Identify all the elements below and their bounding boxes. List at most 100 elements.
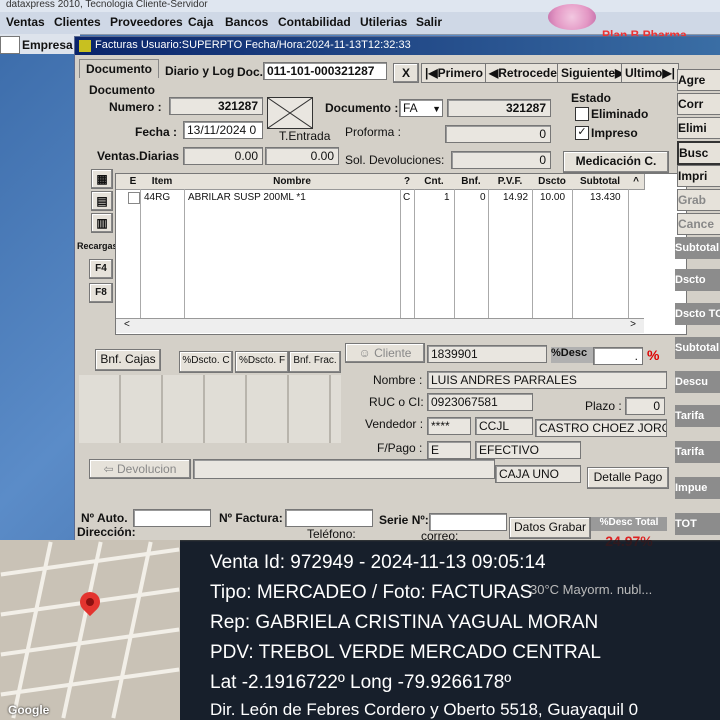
- horizontal-scrollbar[interactable]: < >: [116, 318, 644, 333]
- eliminar-button[interactable]: Elimi: [677, 117, 720, 139]
- tab-diario-log[interactable]: Diario y Log: [159, 62, 240, 80]
- menu-proveedores[interactable]: Proveedores: [110, 15, 183, 29]
- devolucion-button[interactable]: ⇦ Devolucion: [89, 459, 191, 479]
- prev-icon: ◀: [489, 66, 499, 80]
- stamp-latlong: Lat -2.1916722º Long -79.9266178º: [210, 672, 512, 693]
- devolucion-field: [193, 459, 495, 479]
- cell-item: 44RG: [144, 192, 171, 203]
- detalle-pago-button[interactable]: Detalle Pago: [587, 467, 669, 489]
- stamp-tipo: Tipo: MERCADEO / Foto: FACTURAS: [210, 582, 533, 603]
- medicacion-button[interactable]: Medicación C.: [563, 151, 669, 173]
- impreso-checkbox[interactable]: ✓: [575, 126, 589, 140]
- window-title: Facturas Usuario:SUPERPTO Fecha/Hora:202…: [95, 39, 411, 51]
- facturas-window: Facturas Usuario:SUPERPTO Fecha/Hora:202…: [74, 36, 720, 549]
- stamp-rep: Rep: GABRIELA CRISTINA YAGUAL MORAN: [210, 612, 599, 633]
- menu-contabilidad[interactable]: Contabilidad: [278, 15, 351, 29]
- eliminado-label: Eliminado: [591, 107, 649, 121]
- scroll-up-icon[interactable]: ^: [628, 174, 645, 190]
- map-pin-dot: [86, 598, 94, 606]
- fpago-value-field: EFECTIVO: [475, 441, 581, 459]
- fpago-label: F/Pago :: [377, 441, 423, 455]
- vendedor-name-field: CASTRO CHOEZ JORG: [535, 419, 667, 437]
- proforma-field: 0: [445, 125, 551, 143]
- row-check[interactable]: [128, 192, 140, 204]
- last-icon: ▶|: [662, 66, 675, 80]
- imprimir-button[interactable]: Impri: [677, 165, 720, 187]
- f8-button[interactable]: F8: [89, 283, 113, 303]
- tab-documento[interactable]: Documento: [79, 59, 159, 78]
- cell-bnf: 0: [480, 192, 486, 203]
- buscar-button[interactable]: Busc: [677, 141, 720, 165]
- col-header-nombre: Nombre: [184, 174, 401, 190]
- no-factura-field[interactable]: [285, 509, 373, 527]
- dscto-f-button[interactable]: %Dscto. F: [235, 351, 289, 373]
- doc-label: Doc.: [237, 65, 264, 79]
- scroll-right-icon[interactable]: >: [630, 319, 636, 330]
- nav-last-button[interactable]: Ultimo▶|: [621, 63, 679, 83]
- cancelar-button[interactable]: Cance: [677, 213, 720, 235]
- recargas-label: Recargas: [77, 241, 118, 251]
- nav-first-button[interactable]: |◀Primero: [421, 63, 487, 83]
- plazo-field: 0: [625, 397, 665, 415]
- menu-ventas[interactable]: Ventas: [6, 15, 45, 29]
- empresa-field[interactable]: [0, 36, 20, 54]
- menu-bancos[interactable]: Bancos: [225, 15, 268, 29]
- nombre-field: LUIS ANDRES PARRALES: [427, 371, 667, 389]
- cliente-button[interactable]: ☺ Cliente: [345, 343, 425, 363]
- caja-field: CAJA UNO: [495, 465, 581, 483]
- menu-salir[interactable]: Salir: [416, 15, 442, 29]
- dscto-label: Dscto: [675, 269, 720, 291]
- scroll-left-icon[interactable]: <: [124, 319, 130, 330]
- desc-label: %Desc: [551, 347, 593, 363]
- items-table[interactable]: E Item Nombre ? Cnt. Bnf. P.V.F. Dscto S…: [115, 173, 687, 335]
- doc-number-field[interactable]: 011-101-000321287: [263, 62, 387, 80]
- col-header-bnf: Bnf.: [454, 174, 489, 190]
- menu-clientes[interactable]: Clientes: [54, 15, 101, 29]
- menu-caja[interactable]: Caja: [188, 15, 213, 29]
- desc-field[interactable]: .: [593, 347, 643, 365]
- brand-logo-icon: [548, 4, 596, 30]
- tool-icon-3[interactable]: ▥: [91, 213, 113, 233]
- nav-next-button[interactable]: Siguiente▶: [557, 63, 629, 83]
- tool-icon-1[interactable]: ▦: [91, 169, 113, 189]
- agregar-button[interactable]: Agre: [677, 69, 720, 91]
- numero-field[interactable]: 321287: [169, 97, 263, 115]
- col-header-cnt: Cnt.: [414, 174, 455, 190]
- fecha-field[interactable]: 13/11/2024 0: [183, 121, 263, 139]
- no-auto-field[interactable]: [133, 509, 211, 527]
- datos-grabar-button[interactable]: Datos Grabar: [509, 517, 591, 539]
- t-entrada-icon[interactable]: [267, 97, 313, 129]
- nav-prev-button[interactable]: ◀Retrocede: [485, 63, 561, 83]
- menu-utilerias[interactable]: Utilerias: [360, 15, 407, 29]
- f4-button[interactable]: F4: [89, 259, 113, 279]
- cell-q: C: [403, 192, 411, 203]
- nav-last-label: Ultimo: [625, 66, 663, 80]
- nombre-label: Nombre :: [373, 373, 423, 387]
- documento-type-value: FA: [403, 101, 418, 115]
- col-header-e: E: [126, 174, 141, 190]
- empty-button-grid: [79, 375, 341, 443]
- fpago-code-field[interactable]: E: [427, 441, 471, 459]
- eliminado-checkbox[interactable]: [575, 107, 589, 121]
- tarifa2-label: Tarifa: [675, 441, 720, 463]
- app-titlebar: dataxpress 2010, Tecnologia Cliente-Serv…: [0, 0, 720, 12]
- documento-type-select[interactable]: FA ▼: [399, 99, 443, 117]
- telefono-label: Teléfono:: [307, 527, 356, 541]
- tool-icon-2[interactable]: ▤: [91, 191, 113, 211]
- sol-devoluciones-label: Sol. Devoluciones:: [345, 153, 445, 167]
- total-label: TOT: [675, 513, 720, 535]
- dscto-c-button[interactable]: %Dscto. C: [179, 351, 233, 373]
- cliente-code-field[interactable]: 1839901: [427, 345, 547, 363]
- serie-label: Serie Nº:: [379, 513, 429, 527]
- vendedor-code-field[interactable]: ****: [427, 417, 471, 435]
- t-entrada-label: T.Entrada: [279, 129, 331, 143]
- corregir-button[interactable]: Corr: [677, 93, 720, 115]
- first-icon: |◀: [425, 66, 438, 80]
- close-doc-button[interactable]: X: [393, 63, 419, 83]
- nav-first-label: Primero: [437, 66, 483, 80]
- bnf-frac-button[interactable]: Bnf. Frac.: [289, 351, 341, 373]
- cell-subtotal: 13.430: [590, 192, 621, 203]
- grabar-button[interactable]: Grab: [677, 189, 720, 211]
- location-map: [0, 540, 180, 720]
- bnf-cajas-button[interactable]: Bnf. Cajas: [95, 349, 161, 371]
